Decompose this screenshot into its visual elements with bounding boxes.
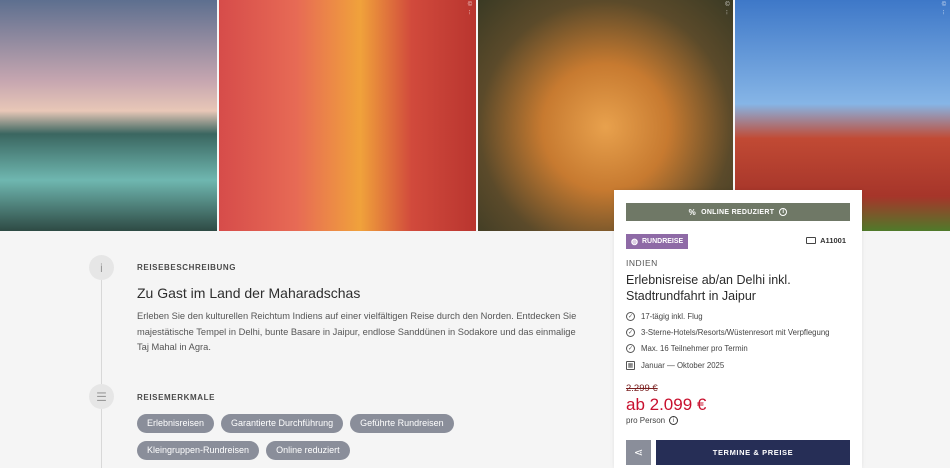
old-price: 2.299 € xyxy=(626,383,658,394)
trip-code: A11001 xyxy=(806,236,846,245)
section-label-description: REISEBESCHREIBUNG xyxy=(137,263,237,272)
tag-garantierte-durchfuehrung[interactable]: Garantierte Durchführung xyxy=(221,414,344,433)
check-circle-icon: ✓ xyxy=(626,327,635,337)
share-icon: ⋖ xyxy=(633,447,644,459)
trip-type-label: RUNDREISE xyxy=(641,238,684,245)
info-icon[interactable]: i xyxy=(779,208,788,216)
trip-title: Erlebnisreise ab/an Delhi inkl. Stadtrun… xyxy=(626,273,791,303)
feature-tags: Erlebnisreisen Garantierte Durchführung … xyxy=(137,414,497,460)
trip-type-badge: ◍ RUNDREISE xyxy=(626,234,689,249)
sadhu-photo[interactable]: © ... xyxy=(218,0,476,231)
section-label-features: REISEMERKMALE xyxy=(137,393,216,402)
trip-features-list: ✓ 17-tägig inkl. Flug ✓ 3-Sterne-Hotels/… xyxy=(626,308,830,373)
feature-text: Januar — Oktober 2025 xyxy=(641,360,725,370)
description-title: Zu Gast im Land der Maharadschas xyxy=(137,285,361,301)
new-price: ab 2.099 € xyxy=(626,395,707,414)
description-text: Erleben Sie den kulturellen Reichtum Ind… xyxy=(137,311,577,352)
ticket-icon xyxy=(806,237,817,244)
info-icon: i xyxy=(89,255,114,280)
tag-online-reduziert[interactable]: Online reduziert xyxy=(266,441,350,460)
tag-erlebnisreisen[interactable]: Erlebnisreisen xyxy=(137,414,215,433)
feature-text: Max. 16 Teilnehmer pro Termin xyxy=(641,344,748,354)
photo-credit: © ... xyxy=(724,2,731,15)
online-reduced-label: ONLINE REDUZIERT xyxy=(701,208,775,216)
share-button[interactable]: ⋖ xyxy=(626,440,651,465)
trip-code-value: A11001 xyxy=(820,236,846,245)
photo-credit: © ... xyxy=(467,2,473,15)
globe-icon: ◍ xyxy=(631,237,638,246)
per-person: pro Person i xyxy=(626,416,679,425)
per-person-label: pro Person xyxy=(626,416,666,425)
taj-mahal-photo[interactable] xyxy=(0,0,217,231)
percent-icon: % xyxy=(688,207,697,217)
list-icon: ☰ xyxy=(89,384,114,409)
list-item: ▦ Januar — Oktober 2025 xyxy=(626,357,830,373)
photo-credit: © ... xyxy=(941,2,947,15)
trip-country: INDIEN xyxy=(626,258,658,268)
timeline-line xyxy=(101,268,102,468)
list-item: ✓ Max. 16 Teilnehmer pro Termin xyxy=(626,341,830,357)
check-circle-icon: ✓ xyxy=(626,344,635,354)
info-icon[interactable]: i xyxy=(669,416,679,425)
list-item: ✓ 3-Sterne-Hotels/Resorts/Wüstenresort m… xyxy=(626,324,830,340)
tag-gefuehrte-rundreisen[interactable]: Geführte Rundreisen xyxy=(350,414,454,433)
list-item: ✓ 17-tägig inkl. Flug xyxy=(626,308,830,324)
booking-card: % ONLINE REDUZIERT i ◍ RUNDREISE A11001 … xyxy=(614,190,862,468)
tag-kleingruppen-rundreisen[interactable]: Kleingruppen-Rundreisen xyxy=(137,441,260,460)
calendar-icon: ▦ xyxy=(626,360,635,370)
dates-and-prices-button[interactable]: TERMINE & PREISE xyxy=(656,440,850,465)
check-circle-icon: ✓ xyxy=(626,311,635,321)
online-reduced-banner: % ONLINE REDUZIERT i xyxy=(626,203,850,221)
feature-text: 3-Sterne-Hotels/Resorts/Wüstenresort mit… xyxy=(641,327,830,337)
feature-text: 17-tägig inkl. Flug xyxy=(641,311,703,321)
